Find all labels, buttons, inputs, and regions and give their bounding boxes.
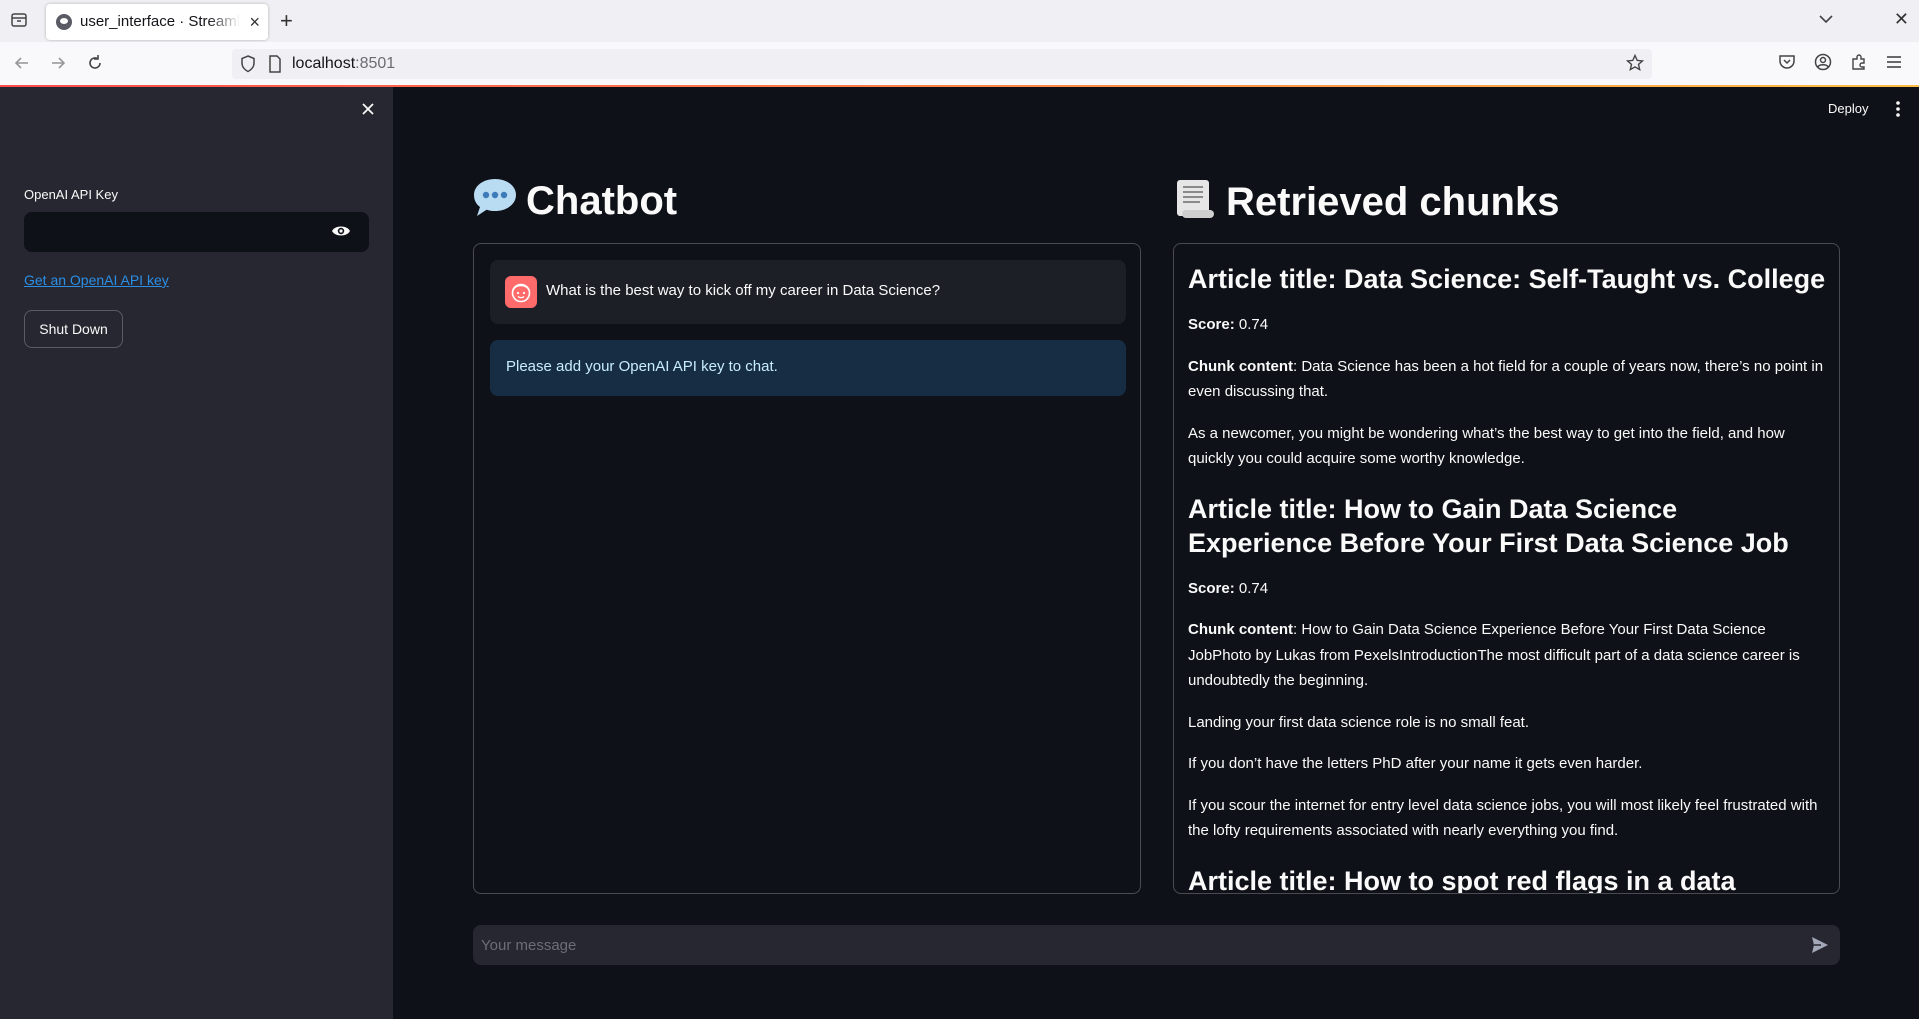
info-alert: Please add your OpenAI API key to chat.: [490, 340, 1126, 396]
browser-tab[interactable]: user_interface · Streamlit ×: [46, 4, 268, 40]
chunk-paragraph: Landing your first data science role is …: [1188, 713, 1530, 731]
speech-balloon-icon: [472, 176, 518, 231]
sidebar: OpenAI API Key Get an OpenAI API key Shu…: [0, 87, 393, 1019]
tab-close-icon[interactable]: ×: [249, 12, 260, 32]
chunk-score: Score: 0.74: [1188, 579, 1269, 597]
chunk-heading: Article title: Data Science: Self-Taught…: [1188, 264, 1826, 294]
back-icon[interactable]: [12, 53, 34, 75]
url-text: localhost:8501: [292, 55, 396, 72]
new-tab-icon[interactable]: +: [280, 8, 293, 34]
extensions-icon[interactable]: [1850, 53, 1868, 76]
chunk-heading: Article title: How to Gain Data Science …: [1188, 493, 1789, 558]
user-message: What is the best way to kick off my care…: [490, 260, 1126, 324]
account-icon[interactable]: [1814, 53, 1832, 76]
chunk-content: Chunk content: How to Gain Data Science …: [1188, 621, 1800, 689]
tab-title: user_interface · Streamlit: [80, 13, 240, 30]
window-close-icon[interactable]: ✕: [1894, 9, 1909, 30]
shield-icon[interactable]: [240, 55, 256, 78]
chat-input-bar: [473, 925, 1840, 965]
chunk-item: Article title: Data Science: Self-Taught…: [1188, 262, 1826, 472]
browser-tab-bar: user_interface · Streamlit × + ✕: [0, 0, 1919, 42]
streamlit-favicon-icon: [56, 14, 72, 30]
chunks-container[interactable]: Article title: Data Science: Self-Taught…: [1173, 243, 1840, 894]
info-alert-text: Please add your OpenAI API key to chat.: [506, 358, 778, 375]
reload-icon[interactable]: [85, 53, 107, 75]
deploy-button[interactable]: Deploy: [1828, 101, 1868, 116]
chunk-paragraph: If you don’t have the letters PhD after …: [1188, 755, 1643, 772]
forward-icon[interactable]: [48, 53, 70, 75]
shut-down-button[interactable]: Shut Down: [24, 310, 123, 348]
chunk-item: Article title: How to Gain Data Science …: [1188, 492, 1826, 844]
chunk-paragraph: If you scour the internet for entry leve…: [1188, 796, 1818, 840]
chunk-heading: Article title: How to spot red flags in …: [1188, 865, 1736, 894]
bookmark-star-icon[interactable]: [1625, 53, 1645, 77]
api-key-label: OpenAI API Key: [24, 187, 118, 202]
chunk-score: Score: 0.74: [1188, 316, 1269, 333]
chevron-down-icon[interactable]: [1817, 10, 1835, 33]
message-input[interactable]: [481, 925, 1781, 965]
api-key-input[interactable]: [24, 212, 369, 252]
close-sidebar-icon[interactable]: [358, 99, 380, 121]
eye-icon[interactable]: [331, 224, 351, 243]
send-icon[interactable]: [1810, 935, 1830, 960]
pocket-icon[interactable]: [1778, 53, 1796, 76]
chunk-item: Article title: How to spot red flags in …: [1188, 864, 1826, 894]
retrieved-chunks-title: Retrieved chunks: [1172, 176, 1559, 233]
more-options-icon[interactable]: [1892, 100, 1904, 123]
tab-list-icon[interactable]: [10, 11, 30, 31]
scroll-icon: [1172, 176, 1218, 233]
url-bar[interactable]: localhost:8501: [232, 49, 1652, 79]
user-avatar-icon: [505, 276, 537, 308]
page-info-icon[interactable]: [268, 55, 282, 78]
chunk-content: Chunk content: Data Science has been a h…: [1188, 357, 1824, 401]
chatbot-title: Chatbot: [472, 176, 677, 231]
get-api-key-link[interactable]: Get an OpenAI API key: [24, 272, 169, 288]
browser-nav-bar: localhost:8501: [0, 42, 1919, 86]
hamburger-menu-icon[interactable]: [1885, 53, 1903, 76]
chunks-list: Article title: Data Science: Self-Taught…: [1188, 262, 1826, 894]
chunk-paragraph: As a newcomer, you might be wondering wh…: [1188, 424, 1785, 468]
user-message-text: What is the best way to kick off my care…: [546, 282, 941, 299]
chat-container[interactable]: What is the best way to kick off my care…: [473, 243, 1141, 894]
